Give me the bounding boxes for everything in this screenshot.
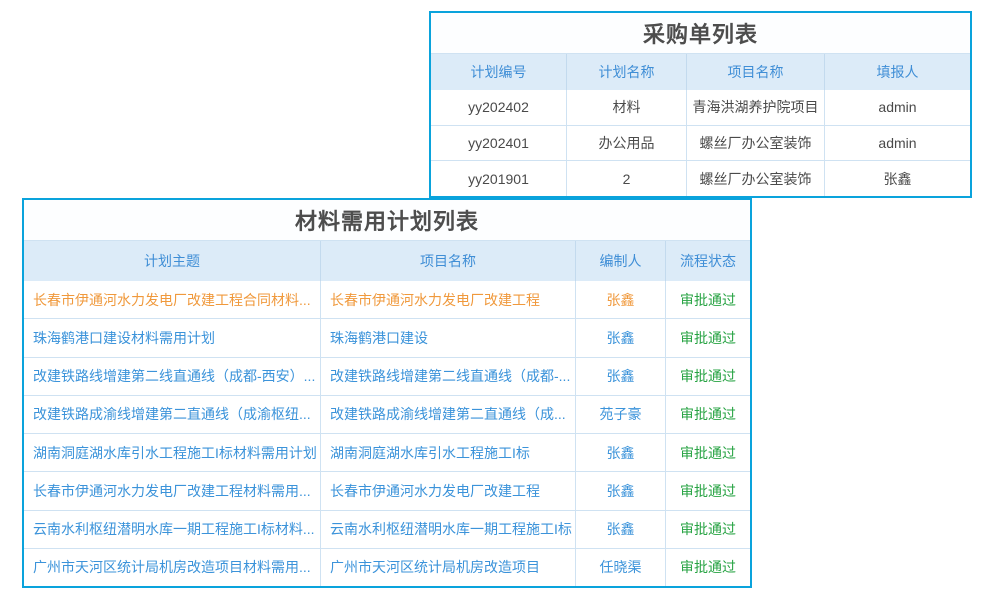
project-name-link[interactable]: 长春市伊通河水力发电厂改建工程 [321,472,576,509]
project-name: 螺丝厂办公室装饰 [687,161,825,196]
plan-subject-link[interactable]: 珠海鹤港口建设材料需用计划 [24,319,321,356]
plan-subject-link[interactable]: 改建铁路线增建第二线直通线（成都-西安）... [24,358,321,395]
column-header-plan-subject: 计划主题 [24,241,321,281]
plan-subject-link[interactable]: 湖南洞庭湖水库引水工程施工I标材料需用计划 [24,434,321,471]
column-header-plan-name: 计划名称 [567,54,687,90]
project-name-link[interactable]: 云南水利枢纽潜明水库一期工程施工I标 [321,511,576,548]
purchase-list-panel: 采购单列表 计划编号 计划名称 项目名称 填报人 yy202402 材料 青海洪… [429,11,972,198]
project-name-link[interactable]: 湖南洞庭湖水库引水工程施工I标 [321,434,576,471]
compiler-name: 张鑫 [576,319,666,356]
plan-number: yy202401 [431,126,567,161]
table-row[interactable]: 云南水利枢纽潜明水库一期工程施工I标材料... 云南水利枢纽潜明水库一期工程施工… [24,511,750,549]
project-name-link[interactable]: 珠海鹤港口建设 [321,319,576,356]
filler-name: admin [825,90,970,125]
project-name-link[interactable]: 广州市天河区统计局机房改造项目 [321,549,576,586]
table-row[interactable]: yy201901 2 螺丝厂办公室装饰 张鑫 [431,161,970,196]
material-table-header: 计划主题 项目名称 编制人 流程状态 [24,241,750,281]
plan-name: 材料 [567,90,687,125]
column-header-project-name: 项目名称 [687,54,825,90]
compiler-name: 张鑫 [576,434,666,471]
column-header-status: 流程状态 [666,241,750,281]
status-text: 审批通过 [666,549,750,586]
table-row[interactable]: yy202402 材料 青海洪湖养护院项目 admin [431,90,970,126]
column-header-compiler: 编制人 [576,241,666,281]
plan-subject-link[interactable]: 广州市天河区统计局机房改造项目材料需用... [24,549,321,586]
filler-name: admin [825,126,970,161]
compiler-name: 苑子豪 [576,396,666,433]
project-name-link[interactable]: 长春市伊通河水力发电厂改建工程 [321,281,576,318]
table-row[interactable]: 湖南洞庭湖水库引水工程施工I标材料需用计划 湖南洞庭湖水库引水工程施工I标 张鑫… [24,434,750,472]
project-name: 青海洪湖养护院项目 [687,90,825,125]
purchase-table-header: 计划编号 计划名称 项目名称 填报人 [431,54,970,90]
status-text: 审批通过 [666,281,750,318]
project-name-link[interactable]: 改建铁路线增建第二线直通线（成都-... [321,358,576,395]
project-name: 螺丝厂办公室装饰 [687,126,825,161]
plan-subject-link[interactable]: 长春市伊通河水力发电厂改建工程材料需用... [24,472,321,509]
compiler-name: 张鑫 [576,281,666,318]
project-name-link[interactable]: 改建铁路成渝线增建第二直通线（成... [321,396,576,433]
column-header-plan-number: 计划编号 [431,54,567,90]
plan-subject-link[interactable]: 长春市伊通河水力发电厂改建工程合同材料... [24,281,321,318]
page: 采购单列表 计划编号 计划名称 项目名称 填报人 yy202402 材料 青海洪… [0,0,1000,600]
compiler-name: 张鑫 [576,358,666,395]
material-plan-title: 材料需用计划列表 [24,200,750,241]
table-row[interactable]: 珠海鹤港口建设材料需用计划 珠海鹤港口建设 张鑫 审批通过 [24,319,750,357]
column-header-project-name: 项目名称 [321,241,576,281]
compiler-name: 张鑫 [576,511,666,548]
table-row[interactable]: 长春市伊通河水力发电厂改建工程材料需用... 长春市伊通河水力发电厂改建工程 张… [24,472,750,510]
status-text: 审批通过 [666,472,750,509]
material-plan-panel: 材料需用计划列表 计划主题 项目名称 编制人 流程状态 长春市伊通河水力发电厂改… [22,198,752,588]
table-row[interactable]: 改建铁路成渝线增建第二直通线（成渝枢纽... 改建铁路成渝线增建第二直通线（成.… [24,396,750,434]
filler-name: 张鑫 [825,161,970,196]
purchase-list-title: 采购单列表 [431,13,970,54]
column-header-filler: 填报人 [825,54,970,90]
table-row[interactable]: 长春市伊通河水力发电厂改建工程合同材料... 长春市伊通河水力发电厂改建工程 张… [24,281,750,319]
status-text: 审批通过 [666,511,750,548]
plan-subject-link[interactable]: 云南水利枢纽潜明水库一期工程施工I标材料... [24,511,321,548]
plan-number: yy201901 [431,161,567,196]
status-text: 审批通过 [666,434,750,471]
plan-number: yy202402 [431,90,567,125]
compiler-name: 张鑫 [576,472,666,509]
status-text: 审批通过 [666,396,750,433]
plan-name: 办公用品 [567,126,687,161]
compiler-name: 任晓渠 [576,549,666,586]
table-row[interactable]: 改建铁路线增建第二线直通线（成都-西安）... 改建铁路线增建第二线直通线（成都… [24,358,750,396]
status-text: 审批通过 [666,358,750,395]
status-text: 审批通过 [666,319,750,356]
table-row[interactable]: 广州市天河区统计局机房改造项目材料需用... 广州市天河区统计局机房改造项目 任… [24,549,750,586]
plan-name: 2 [567,161,687,196]
plan-subject-link[interactable]: 改建铁路成渝线增建第二直通线（成渝枢纽... [24,396,321,433]
table-row[interactable]: yy202401 办公用品 螺丝厂办公室装饰 admin [431,126,970,162]
